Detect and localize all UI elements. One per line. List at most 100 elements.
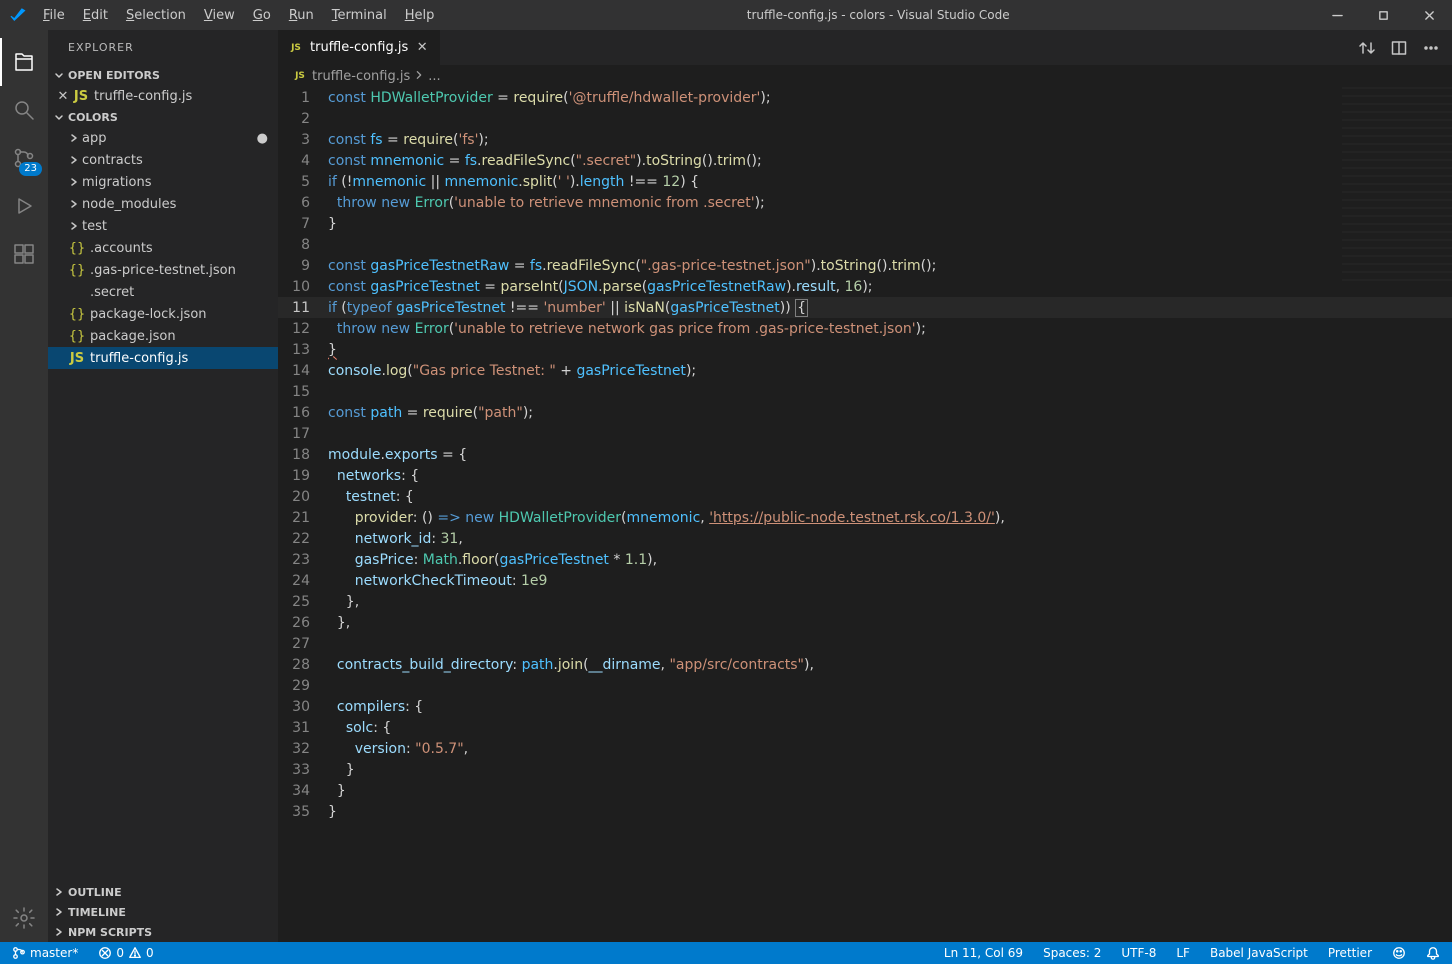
code-line[interactable]: 14console.log("Gas price Testnet: " + ga… <box>278 360 1452 381</box>
status-eol[interactable]: LF <box>1172 942 1194 964</box>
line-number: 18 <box>278 447 328 463</box>
code-line[interactable]: 8 <box>278 234 1452 255</box>
compare-changes-icon[interactable] <box>1356 37 1378 59</box>
project-section[interactable]: COLORS <box>48 107 278 127</box>
activity-extensions[interactable] <box>0 230 48 278</box>
menu-view[interactable]: View <box>196 4 243 27</box>
code-line[interactable]: 33 } <box>278 759 1452 780</box>
code-line[interactable]: 5if (!mnemonic || mnemonic.split(' ').le… <box>278 171 1452 192</box>
open-editors-label: OPEN EDITORS <box>68 69 160 82</box>
folder-contracts[interactable]: contracts <box>48 149 278 171</box>
code-line[interactable]: 4const mnemonic = fs.readFileSync(".secr… <box>278 150 1452 171</box>
file-.gas-price-testnet.json[interactable]: {}.gas-price-testnet.json <box>48 259 278 281</box>
main-area: 23 EXPLORER OPEN EDITORS ✕JStruffle-conf… <box>0 30 1452 942</box>
menu-selection[interactable]: Selection <box>118 4 194 27</box>
code-line[interactable]: 20 testnet: { <box>278 486 1452 507</box>
close-icon[interactable]: ✕ <box>414 40 430 55</box>
folder-node_modules[interactable]: node_modules <box>48 193 278 215</box>
maximize-button[interactable] <box>1360 0 1406 30</box>
status-indent[interactable]: Spaces: 2 <box>1039 942 1105 964</box>
code-line[interactable]: 18module.exports = { <box>278 444 1452 465</box>
open-editor-item[interactable]: ✕JStruffle-config.js <box>48 85 278 107</box>
code-line[interactable]: 22 network_id: 31, <box>278 528 1452 549</box>
menu-help[interactable]: Help <box>397 4 443 27</box>
chevron-right-icon <box>52 905 66 919</box>
code-line[interactable]: 10const gasPriceTestnet = parseInt(JSON.… <box>278 276 1452 297</box>
close-button[interactable] <box>1406 0 1452 30</box>
menu-terminal[interactable]: Terminal <box>324 4 395 27</box>
code-line[interactable]: 24 networkCheckTimeout: 1e9 <box>278 570 1452 591</box>
code-line[interactable]: 32 version: "0.5.7", <box>278 738 1452 759</box>
status-encoding[interactable]: UTF-8 <box>1117 942 1160 964</box>
menu-file[interactable]: File <box>35 4 73 27</box>
status-feedback-icon[interactable] <box>1388 942 1410 964</box>
breadcrumb-file[interactable]: truffle-config.js <box>312 69 410 84</box>
code-line[interactable]: 17 <box>278 423 1452 444</box>
line-number: 24 <box>278 573 328 589</box>
json-file-icon: {} <box>68 307 86 322</box>
code-line[interactable]: 25 }, <box>278 591 1452 612</box>
code-line[interactable]: 35} <box>278 801 1452 822</box>
split-editor-icon[interactable] <box>1388 37 1410 59</box>
menu-edit[interactable]: Edit <box>75 4 116 27</box>
activity-explorer[interactable] <box>0 38 48 86</box>
code-line[interactable]: 9const gasPriceTestnetRaw = fs.readFileS… <box>278 255 1452 276</box>
code-line[interactable]: 2 <box>278 108 1452 129</box>
code-line[interactable]: 3const fs = require('fs'); <box>278 129 1452 150</box>
file-truffle-config.js[interactable]: JStruffle-config.js <box>48 347 278 369</box>
code-line[interactable]: 26 }, <box>278 612 1452 633</box>
line-number: 26 <box>278 615 328 631</box>
section-npm-scripts[interactable]: NPM SCRIPTS <box>48 922 278 942</box>
code-line[interactable]: 6 throw new Error('unable to retrieve mn… <box>278 192 1452 213</box>
code-line[interactable]: 15 <box>278 381 1452 402</box>
status-branch[interactable]: master* <box>8 942 82 964</box>
section-outline[interactable]: OUTLINE <box>48 882 278 902</box>
code-line[interactable]: 12 throw new Error('unable to retrieve n… <box>278 318 1452 339</box>
menu-go[interactable]: Go <box>245 4 279 27</box>
code-line[interactable]: 13} <box>278 339 1452 360</box>
code-line[interactable]: 28 contracts_build_directory: path.join(… <box>278 654 1452 675</box>
file-package-lock.json[interactable]: {}package-lock.json <box>48 303 278 325</box>
code-line[interactable]: 1const HDWalletProvider = require('@truf… <box>278 87 1452 108</box>
status-notifications-icon[interactable] <box>1422 942 1444 964</box>
folder-migrations[interactable]: migrations <box>48 171 278 193</box>
activity-run-debug[interactable] <box>0 182 48 230</box>
status-problems[interactable]: 0 0 <box>94 942 157 964</box>
tab-truffle-config.js[interactable]: JStruffle-config.js✕ <box>278 30 441 65</box>
code-line[interactable]: 30 compilers: { <box>278 696 1452 717</box>
minimap[interactable] <box>1342 87 1452 287</box>
code-line[interactable]: 16const path = require("path"); <box>278 402 1452 423</box>
code-line[interactable]: 23 gasPrice: Math.floor(gasPriceTestnet … <box>278 549 1452 570</box>
menu-run[interactable]: Run <box>281 4 322 27</box>
code-line[interactable]: 7} <box>278 213 1452 234</box>
open-editors-section[interactable]: OPEN EDITORS <box>48 65 278 85</box>
code-line[interactable]: 34 } <box>278 780 1452 801</box>
code-line[interactable]: 27 <box>278 633 1452 654</box>
code-line[interactable]: 29 <box>278 675 1452 696</box>
status-line-col[interactable]: Ln 11, Col 69 <box>940 942 1027 964</box>
activity-settings[interactable] <box>0 894 48 942</box>
json-file-icon: {} <box>68 241 86 256</box>
activity-source-control[interactable]: 23 <box>0 134 48 182</box>
section-timeline[interactable]: TIMELINE <box>48 902 278 922</box>
line-number: 15 <box>278 384 328 400</box>
editor-content[interactable]: 1const HDWalletProvider = require('@truf… <box>278 87 1452 942</box>
code-line[interactable]: 31 solc: { <box>278 717 1452 738</box>
status-formatter[interactable]: Prettier <box>1324 942 1376 964</box>
close-icon[interactable]: ✕ <box>54 89 72 104</box>
file-.accounts[interactable]: {}.accounts <box>48 237 278 259</box>
code-line[interactable]: 19 networks: { <box>278 465 1452 486</box>
file-.secret[interactable]: .secret <box>48 281 278 303</box>
folder-app[interactable]: app● <box>48 127 278 149</box>
file-label: .gas-price-testnet.json <box>90 263 236 278</box>
activity-search[interactable] <box>0 86 48 134</box>
code-line[interactable]: 21 provider: () => new HDWalletProvider(… <box>278 507 1452 528</box>
folder-test[interactable]: test <box>48 215 278 237</box>
more-actions-icon[interactable] <box>1420 37 1442 59</box>
file-package.json[interactable]: {}package.json <box>48 325 278 347</box>
breadcrumb-more[interactable]: ... <box>428 69 440 84</box>
minimize-button[interactable] <box>1314 0 1360 30</box>
status-language[interactable]: Babel JavaScript <box>1206 942 1312 964</box>
code-line[interactable]: 11if (typeof gasPriceTestnet !== 'number… <box>278 297 1452 318</box>
breadcrumbs[interactable]: JS truffle-config.js ... <box>278 65 1452 87</box>
